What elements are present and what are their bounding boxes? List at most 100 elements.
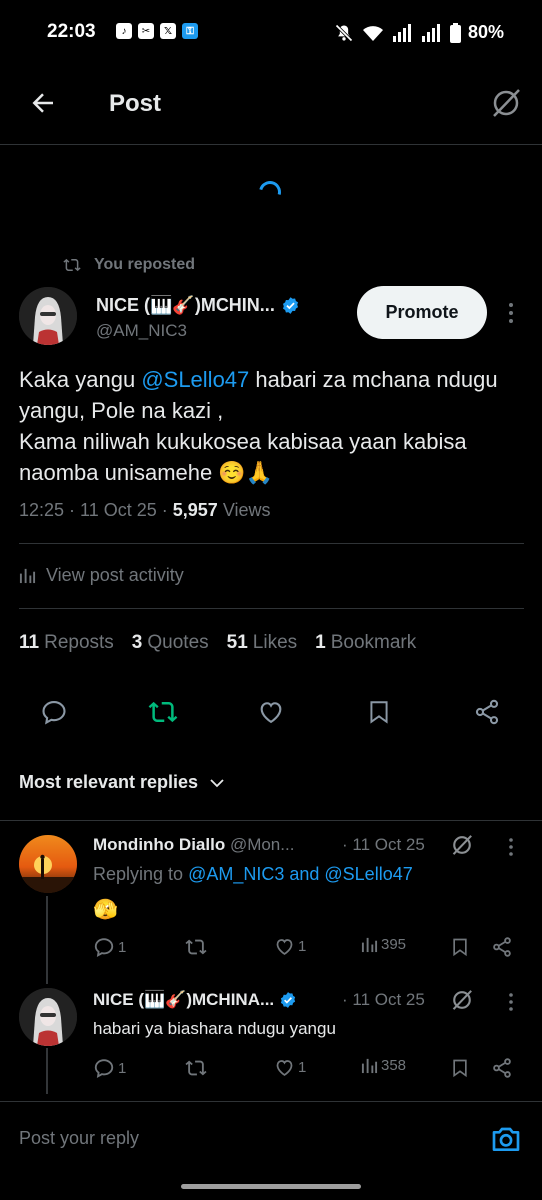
analytics-icon [361,1058,378,1074]
like-button[interactable] [254,695,288,729]
repost-context: You reposted [62,256,195,274]
repost-label: You reposted [94,256,196,273]
reply-author-row[interactable]: NICE (🎹🎸)MCHINA... [93,990,297,1010]
reply-views-button[interactable]: 395 [361,936,406,953]
bookmark-button[interactable] [362,695,396,729]
post-meta: 12:25 · 11 Oct 25 · 5,957 Views [19,500,271,520]
back-button[interactable] [28,88,58,118]
repost-active-icon [148,701,178,723]
tiktok-icon: ♪ [116,23,132,39]
bookmarks-label: Bookmark [330,632,417,653]
reply-reply-button[interactable]: 1 [93,1057,126,1079]
repost-icon [185,939,207,955]
loading-spinner [254,176,286,208]
promote-button[interactable]: Promote [357,286,487,339]
reply-avatar-nice[interactable] [19,988,77,1046]
post-time: 12:25 [19,500,65,520]
avatar-image [19,287,77,345]
status-time: 22:03 [47,21,96,42]
post-text-line3: Kama niliwah kukukosea kabisaa yaan kabi… [19,429,467,485]
author-avatar[interactable] [19,287,77,345]
bookmark-icon [453,938,467,957]
grok-button[interactable] [489,86,523,120]
reply-bookmark-button[interactable] [450,936,470,958]
reply-date: · 11 Oct 25 [342,990,425,1009]
heart-icon [276,939,293,955]
avatar-image [19,835,77,893]
reply-like-button[interactable]: 1 [274,1057,306,1078]
signal-icon-2 [421,23,440,42]
reply-like-button[interactable]: 1 [274,936,306,957]
thread-connector [46,896,48,984]
reply-likes-count: 1 [298,1059,307,1076]
likes-stat[interactable]: 51 Likes [227,632,298,654]
heart-icon [276,1060,293,1076]
reply-share-button[interactable] [491,936,513,958]
post-action-bar [0,695,542,729]
reply-replies-count: 1 [118,938,127,956]
reply-more-button[interactable] [505,991,517,1013]
bookmark-icon [453,1059,467,1078]
reply-views-count: 395 [381,936,407,953]
post-stats: 11 Reposts 3 Quotes 51 Likes 1 Bookmark [19,632,416,654]
header-divider [0,144,542,145]
view-activity-link[interactable]: View post activity [19,565,184,586]
battery-percent: 80% [467,22,504,42]
bookmarks-stat[interactable]: 1 Bookmark [315,632,416,654]
reply-repost-button[interactable] [185,1057,210,1079]
share-button[interactable] [470,695,504,729]
status-bar: 22:03 ♪ ✂ 𝕏 ⚿ 80% [0,0,542,66]
reply-share-button[interactable] [491,1057,513,1079]
back-arrow-icon [32,93,53,113]
composer-divider [0,1101,542,1102]
camera-button[interactable] [490,1123,522,1155]
reply-bookmark-button[interactable] [450,1057,470,1079]
page-title: Post [109,90,162,117]
repost-button[interactable] [146,695,180,729]
grok-icon [493,89,520,117]
thread-connector [46,1048,48,1094]
reply-icon [94,938,114,957]
share-icon [493,937,511,957]
battery-icon [449,22,461,43]
verified-badge-icon [281,992,296,1008]
avatar-image [19,988,77,1046]
chevron-down-icon [210,778,224,787]
views-label: Views [222,500,271,520]
author-name-row[interactable]: NICE (🎹🎸)MCHIN... [96,295,300,316]
reply-reply-button[interactable]: 1 [93,936,126,958]
share-icon [493,1058,511,1078]
author-name: NICE (🎹🎸)MCHIN... [96,295,275,315]
reply-views-button[interactable]: 358 [361,1057,406,1074]
grok-icon [452,990,472,1010]
reply-repost-button[interactable] [185,936,210,958]
share-icon [475,699,499,725]
replies-sort-dropdown[interactable]: Most relevant replies [19,772,226,793]
reply-text: habari ya biashara ndugu yangu [93,1019,336,1038]
reply-more-button[interactable] [505,836,517,858]
reposts-stat[interactable]: 11 Reposts [19,632,114,654]
reply-author-name: NICE (🎹🎸)MCHINA... [93,990,275,1009]
views-count: 5,957 [172,500,218,520]
verified-badge-icon [282,297,298,314]
author-handle[interactable]: @AM_NIC3 [96,321,187,341]
analytics-icon [19,568,36,584]
reply-button[interactable] [37,695,71,729]
bookmark-icon [370,701,388,724]
status-system-icons: 80% [334,22,504,43]
quotes-stat[interactable]: 3 Quotes [132,632,209,654]
key-icon: ⚿ [182,23,198,39]
post-more-button[interactable] [503,300,519,326]
reply-replies-count: 1 [118,1059,127,1077]
home-indicator[interactable] [181,1184,361,1189]
reply-input[interactable]: Post your reply [19,1128,139,1149]
reply-grok-button[interactable] [450,988,474,1012]
repost-icon [185,1060,207,1076]
heart-icon [260,702,282,724]
reply-grok-button[interactable] [450,833,474,857]
reply-avatar-mondinho[interactable] [19,835,77,893]
likes-label: Likes [252,632,298,653]
reply-author-row[interactable]: Mondinho Diallo @Mon... [93,835,294,855]
replying-to-users[interactable]: @AM_NIC3 and @SLello47 [188,864,413,884]
mention-link[interactable]: @SLello47 [141,367,249,392]
